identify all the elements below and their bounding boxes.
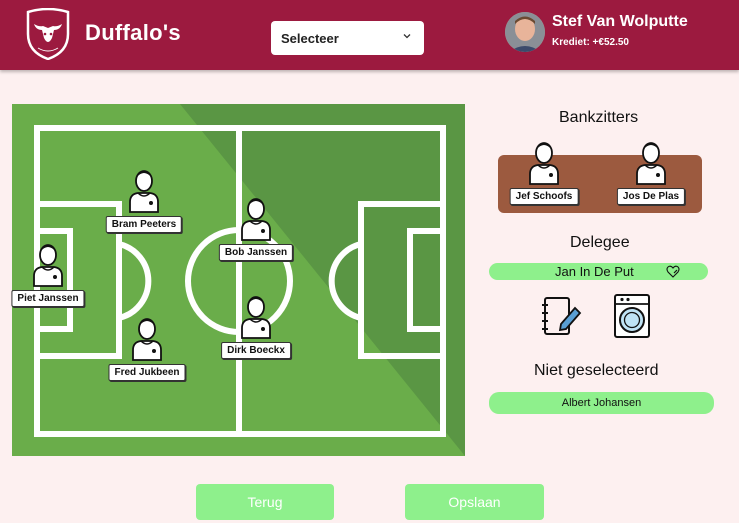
- player-avatar-icon: [33, 244, 63, 287]
- player-name: Dirk Boeckx: [221, 342, 291, 359]
- player-avatar-icon: [241, 296, 271, 339]
- player-avatar-icon: [636, 142, 666, 185]
- chevron-down-icon: [403, 34, 411, 39]
- back-button[interactable]: Terug: [196, 484, 334, 520]
- avatar-photo: [505, 12, 545, 52]
- user-credit: Krediet: +€52.50: [552, 37, 629, 48]
- pitch-player[interactable]: Bram Peeters: [105, 166, 183, 236]
- not-selected-title: Niet geselecteerd: [534, 362, 659, 379]
- brand-name: Duffalo's: [85, 20, 181, 45]
- bench-title: Bankzitters: [559, 109, 639, 126]
- user-avatar[interactable]: [505, 12, 545, 52]
- bench-player[interactable]: Jef Schoofs: [507, 138, 581, 208]
- delegee-name: Jan In De Put: [555, 264, 634, 279]
- bull-crest-logo[interactable]: [24, 8, 72, 60]
- team-select-label: Selecteer: [281, 31, 339, 46]
- player-name: Bram Peeters: [105, 216, 183, 233]
- player-avatar-icon: [129, 170, 159, 213]
- app-header: Duffalo's Selecteer Stef Van Wolputte Kr…: [0, 0, 739, 70]
- player-name: Fred Jukbeen: [108, 364, 186, 381]
- player-name: Jef Schoofs: [509, 188, 579, 205]
- delegee-title: Delegee: [570, 234, 630, 251]
- player-name: Bob Janssen: [218, 244, 294, 261]
- pitch-player[interactable]: Fred Jukbeen: [108, 314, 186, 384]
- player-avatar-icon: [132, 318, 162, 361]
- pitch-player[interactable]: Bob Janssen: [218, 194, 294, 264]
- team-select[interactable]: Selecteer: [271, 21, 424, 55]
- pitch-player[interactable]: Dirk Boeckx: [219, 292, 293, 362]
- save-button[interactable]: Opslaan: [405, 484, 544, 520]
- not-selected-player[interactable]: Albert Johansen: [489, 392, 714, 414]
- heart-edit-icon[interactable]: [666, 265, 680, 278]
- player-name: Albert Johansen: [561, 397, 642, 409]
- bench-player[interactable]: Jos De Plas: [614, 138, 688, 208]
- pitch-player[interactable]: Piet Janssen: [11, 240, 85, 310]
- washing-machine-icon[interactable]: [612, 293, 652, 339]
- notebook-edit-icon[interactable]: [539, 294, 583, 338]
- player-name: Piet Janssen: [11, 290, 85, 307]
- delegee-pill[interactable]: Jan In De Put: [489, 263, 708, 280]
- player-avatar-icon: [241, 198, 271, 241]
- player-name: Jos De Plas: [616, 188, 686, 205]
- user-name: Stef Van Wolputte: [552, 13, 688, 30]
- player-avatar-icon: [529, 142, 559, 185]
